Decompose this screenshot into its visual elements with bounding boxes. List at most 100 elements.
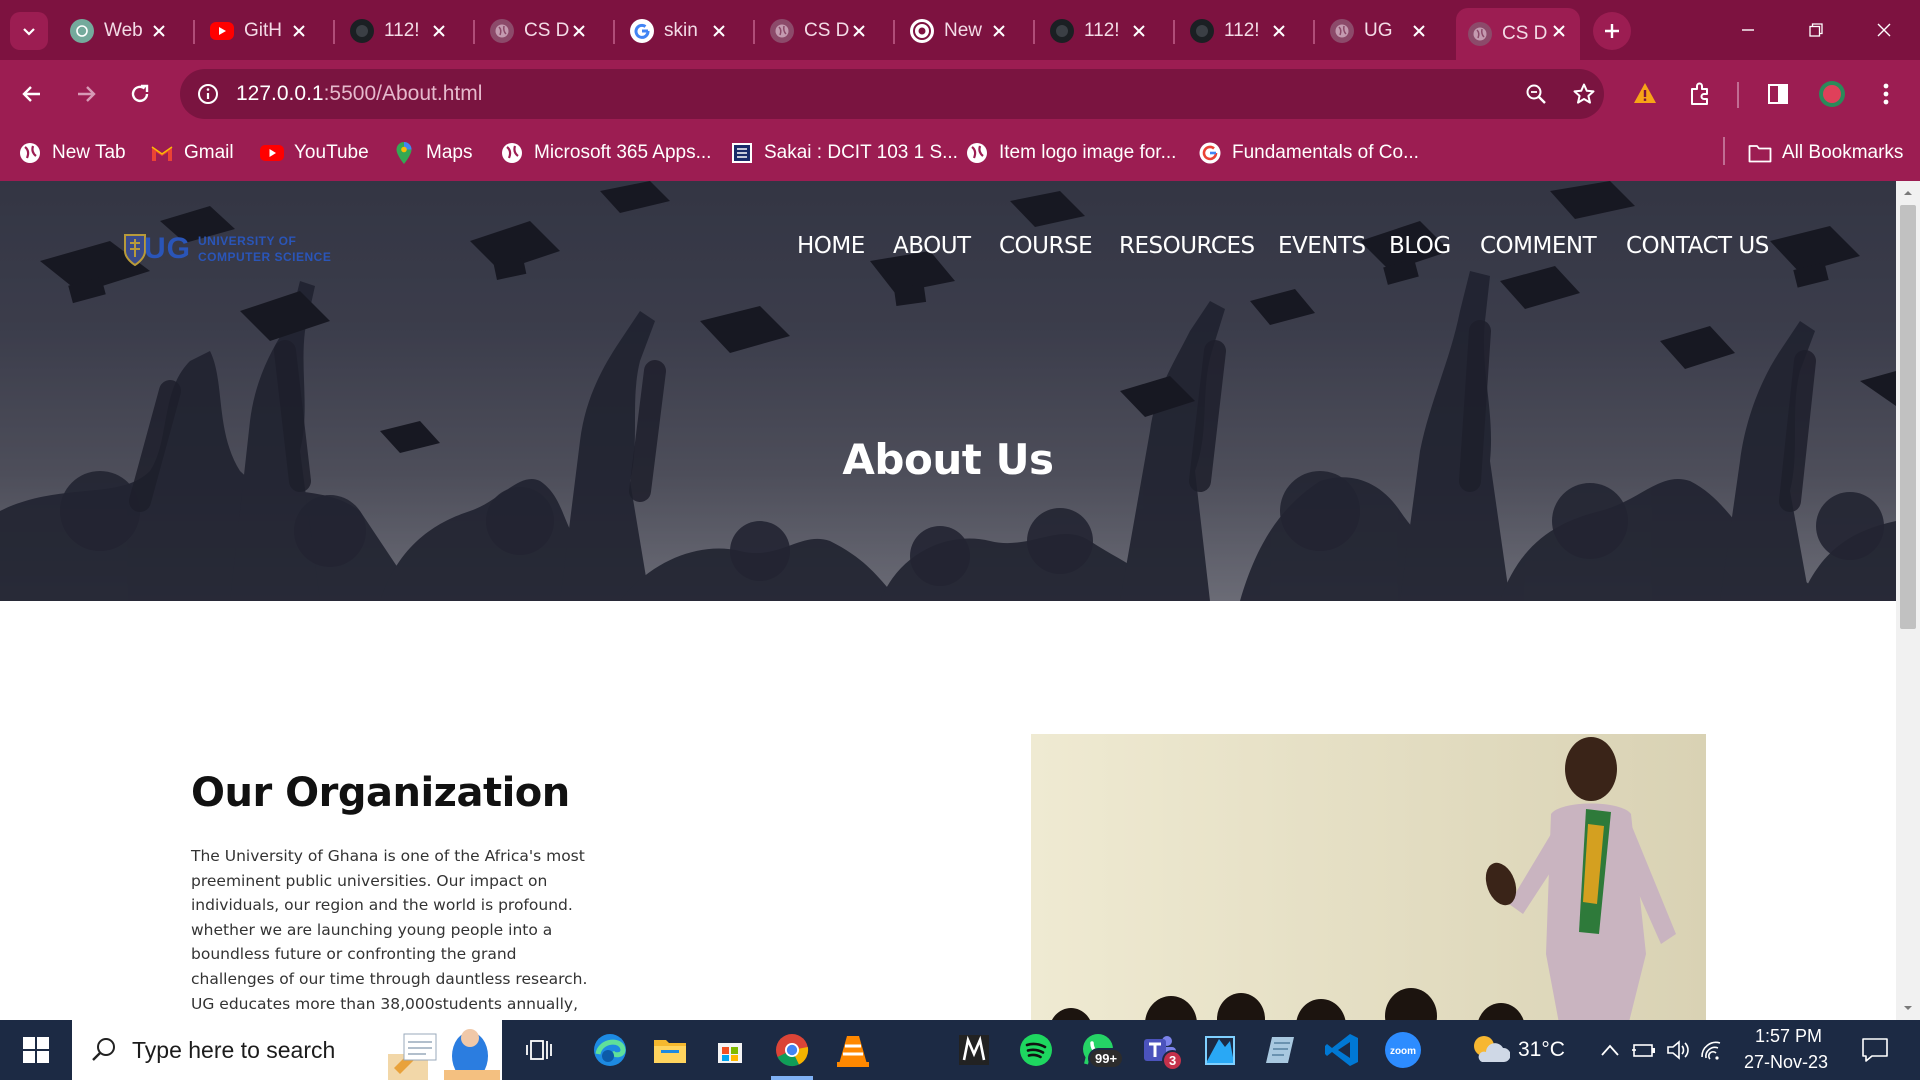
tab-search-button[interactable] (10, 12, 48, 50)
bookmark-item[interactable]: Fundamentals of Co... (1198, 138, 1419, 168)
nav-home[interactable]: HOME (797, 233, 865, 267)
close-icon[interactable] (148, 20, 170, 42)
taskbar-search-box[interactable]: Type here to search (72, 1020, 502, 1080)
tab[interactable]: 112! (1178, 12, 1300, 50)
close-icon[interactable] (1128, 20, 1150, 42)
bookmark-item[interactable]: Item logo image for... (965, 138, 1176, 168)
tab-active[interactable]: CS D (1456, 8, 1580, 60)
profile-avatar[interactable] (1812, 74, 1852, 114)
tab-title: CS D (1502, 23, 1548, 44)
tab[interactable]: Web (58, 12, 180, 50)
close-icon[interactable] (988, 20, 1010, 42)
close-icon[interactable] (288, 20, 310, 42)
zoom-icon[interactable] (1520, 78, 1552, 110)
vscode-button[interactable] (1320, 1028, 1364, 1072)
teams-button[interactable]: 3 (1138, 1028, 1184, 1072)
all-bookmarks-button[interactable]: All Bookmarks (1748, 138, 1903, 168)
close-window-button[interactable] (1856, 8, 1912, 52)
section-heading: Our Organization (191, 770, 570, 816)
nav-course[interactable]: COURSE (999, 233, 1093, 267)
tab[interactable]: CS D (478, 12, 600, 50)
bookmark-item[interactable]: Gmail (150, 138, 234, 168)
whatsapp-button[interactable]: 99+ (1076, 1028, 1125, 1072)
globe-icon (770, 19, 794, 43)
tab[interactable]: GitH (198, 12, 320, 50)
minimize-button[interactable] (1720, 8, 1776, 52)
notification-center-icon[interactable] (1858, 1033, 1892, 1067)
spotify-icon (1020, 1034, 1052, 1066)
nav-comment[interactable]: COMMENT (1480, 233, 1597, 267)
clock-time[interactable]: 1:57 PM (1755, 1026, 1822, 1047)
scroll-thumb[interactable] (1900, 205, 1916, 629)
extensions-puzzle-icon[interactable] (1680, 74, 1720, 114)
bookmark-item[interactable]: Microsoft 365 Apps... (500, 138, 711, 168)
extension-warning-icon[interactable] (1625, 74, 1665, 114)
bookmark-label: YouTube (294, 142, 369, 163)
page-scrollbar[interactable] (1896, 181, 1920, 1020)
close-icon[interactable] (708, 20, 730, 42)
bookmark-item[interactable]: Maps (392, 138, 472, 168)
site-info-icon[interactable] (194, 80, 222, 108)
scroll-down-arrow-icon[interactable] (1902, 1002, 1914, 1014)
tab[interactable]: CS D (758, 12, 880, 50)
task-view-button[interactable] (518, 1028, 562, 1072)
mendeley-button[interactable] (952, 1028, 996, 1072)
nav-blog[interactable]: BLOG (1389, 233, 1451, 267)
start-button[interactable] (0, 1020, 72, 1080)
close-icon[interactable] (568, 20, 590, 42)
back-button[interactable] (12, 74, 52, 114)
file-explorer-button[interactable] (648, 1028, 692, 1072)
nav-about[interactable]: ABOUT (893, 233, 971, 267)
bookmark-item[interactable]: Sakai : DCIT 103 1 S... (730, 138, 958, 168)
microsoft-store-button[interactable] (708, 1028, 752, 1072)
notepad-icon (1266, 1037, 1294, 1063)
close-icon[interactable] (848, 20, 870, 42)
tab[interactable]: New (898, 12, 1020, 50)
notepad-button[interactable] (1259, 1028, 1303, 1072)
forward-button[interactable] (66, 74, 106, 114)
weather-temperature[interactable]: 31°C (1518, 1038, 1565, 1062)
chrome-button[interactable] (770, 1028, 814, 1072)
nav-contact-us[interactable]: CONTACT US (1626, 233, 1769, 267)
address-bar[interactable]: 127.0.0.1:5500/About.html (180, 69, 1604, 119)
bookmarks-bar: New Tab Gmail YouTube Maps Microsoft 365… (0, 128, 1920, 181)
bookmark-star-icon[interactable] (1568, 78, 1600, 110)
bookmark-item[interactable]: YouTube (260, 138, 369, 168)
all-bookmarks-label: All Bookmarks (1782, 142, 1904, 163)
vlc-button[interactable] (831, 1028, 875, 1072)
chevron-down-icon (23, 28, 35, 36)
site-logo[interactable]: UG UNIVERSITY OF COMPUTER SCIENCE (120, 226, 331, 272)
restore-button[interactable] (1788, 8, 1844, 52)
weather-icon[interactable] (1470, 1030, 1510, 1070)
url-text[interactable]: 127.0.0.1:5500/About.html (236, 82, 482, 106)
clock-date[interactable]: 27-Nov-23 (1744, 1052, 1828, 1073)
more-menu-icon[interactable] (1866, 74, 1906, 114)
tab[interactable]: UG (1318, 12, 1440, 50)
bookmark-item[interactable]: New Tab (18, 138, 126, 168)
side-panel-icon[interactable] (1758, 74, 1798, 114)
wifi-icon[interactable] (1698, 1036, 1726, 1064)
tab[interactable]: 112! (338, 12, 460, 50)
paragraph-line: UG educates more than 38,000students ann… (191, 994, 579, 1013)
tab-separator (473, 20, 475, 44)
battery-icon[interactable] (1630, 1036, 1658, 1064)
close-icon[interactable] (1548, 20, 1570, 42)
paint-button[interactable] (1198, 1028, 1242, 1072)
nav-events[interactable]: EVENTS (1278, 233, 1366, 267)
volume-icon[interactable] (1664, 1036, 1692, 1064)
tab[interactable]: skin (618, 12, 740, 50)
youtube-icon (260, 141, 284, 165)
zoom-button[interactable]: zoom (1381, 1028, 1425, 1072)
github-icon (350, 19, 374, 43)
close-icon[interactable] (1268, 20, 1290, 42)
spotify-button[interactable] (1014, 1028, 1058, 1072)
chevron-up-icon[interactable] (1596, 1036, 1624, 1064)
nav-resources[interactable]: RESOURCES (1119, 233, 1255, 267)
close-icon[interactable] (428, 20, 450, 42)
new-tab-button[interactable] (1593, 12, 1631, 50)
reload-button[interactable] (120, 74, 160, 114)
scroll-up-arrow-icon[interactable] (1902, 187, 1914, 199)
tab[interactable]: 112! (1038, 12, 1160, 50)
close-icon[interactable] (1408, 20, 1430, 42)
edge-button[interactable] (588, 1028, 632, 1072)
